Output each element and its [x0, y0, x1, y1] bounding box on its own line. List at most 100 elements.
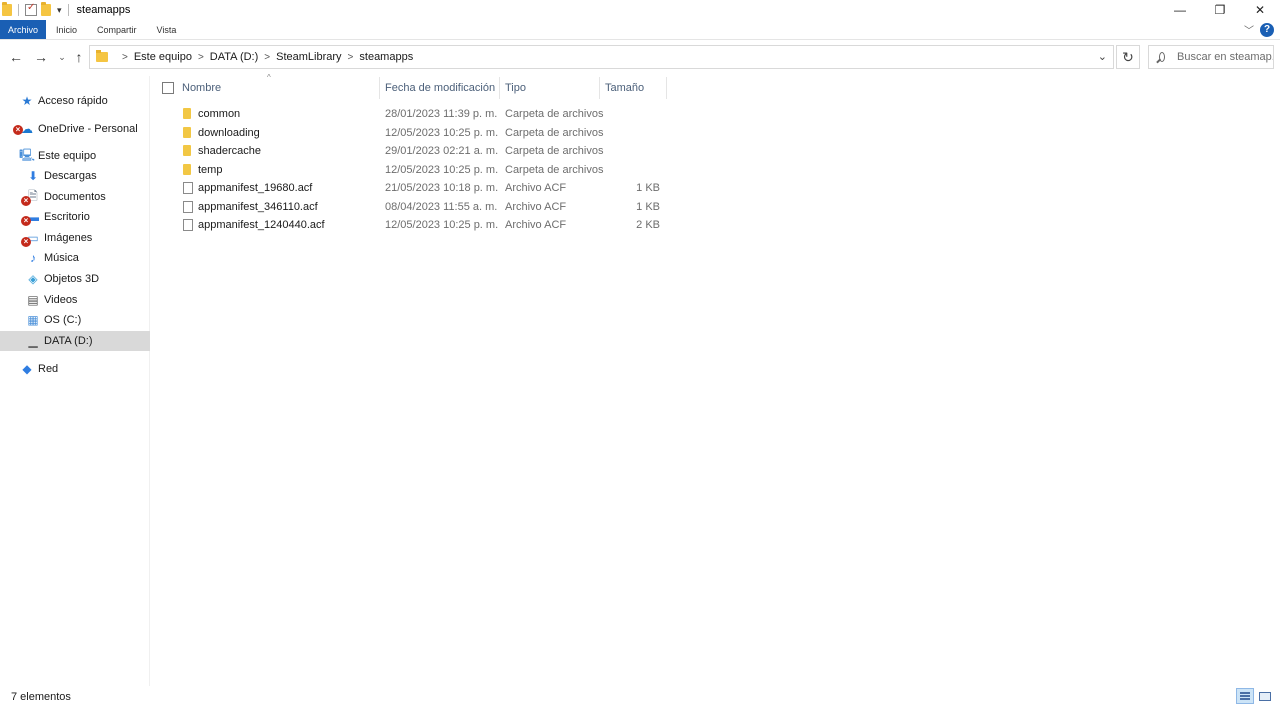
divider — [18, 4, 19, 16]
file-type: Carpeta de archivos — [505, 108, 604, 120]
breadcrumb-este-equipo[interactable]: Este equipo — [134, 51, 192, 63]
file-icon — [183, 219, 193, 231]
file-row[interactable]: common 28/01/2023 11:39 p. m. Carpeta de… — [152, 105, 672, 123]
window-title: steamapps — [76, 4, 131, 16]
file-date: 12/05/2023 10:25 p. m. — [385, 219, 499, 231]
column-header-type[interactable]: Tipo — [505, 77, 597, 99]
address-bar[interactable]: > Este equipo > DATA (D:) > SteamLibrary… — [89, 45, 1114, 69]
sidebar-item-acceso-rapido[interactable]: ★ Acceso rápido — [0, 91, 150, 111]
sidebar-item-label: OS (C:) — [44, 314, 82, 326]
music-icon: ♪ — [30, 251, 36, 265]
breadcrumb-chevron-icon[interactable]: > — [122, 52, 128, 63]
file-name: appmanifest_19680.acf — [198, 182, 313, 194]
divider — [67, 4, 69, 16]
file-date: 29/01/2023 02:21 a. m. — [385, 145, 499, 157]
sidebar-item-escritorio[interactable]: ▬ × Escritorio — [0, 207, 150, 227]
column-header-date[interactable]: Fecha de modificación — [385, 77, 497, 99]
breadcrumb-steamapps[interactable]: steamapps — [359, 51, 413, 63]
column-header-size[interactable]: Tamaño — [605, 77, 665, 99]
navigation-bar: ← → ⌄ ↑ > Este equipo > DATA (D:) > Stea… — [0, 43, 1280, 71]
back-button[interactable]: ← — [4, 45, 28, 69]
customize-toolbar-dropdown-icon[interactable]: ▾ — [57, 5, 62, 16]
file-type: Archivo ACF — [505, 201, 567, 213]
sidebar-item-imagenes[interactable]: ▭ × Imágenes — [0, 228, 150, 248]
column-divider[interactable] — [499, 77, 500, 99]
sidebar-item-label: Imágenes — [44, 232, 93, 244]
file-row[interactable]: temp 12/05/2023 10:25 p. m. Carpeta de a… — [152, 161, 672, 179]
details-view-icon — [1240, 692, 1250, 700]
help-icon[interactable]: ? — [1260, 22, 1274, 37]
file-type: Carpeta de archivos — [505, 127, 604, 139]
sidebar-item-documentos[interactable]: 🗎 × Documentos — [0, 187, 150, 207]
sidebar-item-videos[interactable]: ▤ Videos — [0, 290, 150, 310]
column-header-name[interactable]: Nombre — [182, 77, 378, 99]
sidebar-item-este-equipo[interactable]: 🖳 Este equipo — [0, 146, 150, 166]
item-count: 7 elementos — [11, 691, 71, 703]
breadcrumb-data-d[interactable]: DATA (D:) — [210, 51, 258, 63]
tab-compartir[interactable]: Compartir — [87, 20, 147, 39]
sidebar-item-os-c[interactable]: ▦ OS (C:) — [0, 310, 150, 330]
file-type: Archivo ACF — [505, 219, 567, 231]
up-button[interactable]: ↑ — [67, 45, 91, 69]
large-icons-view-button[interactable] — [1256, 688, 1274, 704]
file-date: 28/01/2023 11:39 p. m. — [385, 108, 498, 120]
column-divider[interactable] — [599, 77, 600, 99]
breadcrumb-chevron-icon[interactable]: > — [198, 52, 204, 63]
new-folder-icon[interactable] — [41, 2, 51, 16]
tab-inicio[interactable]: Inicio — [46, 20, 87, 39]
tab-archivo[interactable]: Archivo — [0, 20, 46, 39]
refresh-button[interactable]: ↻ — [1116, 45, 1140, 69]
file-row[interactable]: downloading 12/05/2023 10:25 p. m. Carpe… — [152, 124, 672, 142]
sidebar-item-label: Descargas — [44, 170, 97, 182]
breadcrumb-steamlibrary[interactable]: SteamLibrary — [276, 51, 341, 63]
search-box[interactable] — [1148, 45, 1274, 69]
document-icon: 🗎 × — [21, 189, 40, 206]
maximize-button[interactable]: ❐ — [1200, 0, 1240, 20]
folder-icon — [183, 164, 191, 175]
properties-icon[interactable] — [25, 2, 37, 16]
ribbon-right-controls: ﹀ ? — [1244, 22, 1274, 37]
file-row[interactable]: shadercache 29/01/2023 02:21 a. m. Carpe… — [152, 142, 672, 160]
search-input[interactable] — [1177, 51, 1273, 63]
sidebar-item-onedrive[interactable]: ☁ × OneDrive - Personal — [0, 119, 150, 139]
sidebar-item-objetos-3d[interactable]: ◈ Objetos 3D — [0, 269, 150, 289]
sidebar-item-data-d[interactable]: ▁ DATA (D:) — [0, 331, 150, 351]
details-view-button[interactable] — [1236, 688, 1254, 704]
file-icon — [183, 182, 193, 194]
tab-vista[interactable]: Vista — [147, 20, 187, 39]
forward-button[interactable]: → — [29, 45, 53, 69]
status-bar: 7 elementos — [0, 686, 1280, 708]
quick-access-toolbar: ▾ — [0, 0, 71, 20]
file-name: common — [198, 108, 241, 120]
download-icon: ⬇ — [27, 169, 39, 183]
sidebar-item-label: Red — [38, 363, 59, 375]
address-dropdown-icon[interactable]: ⌄ — [1098, 50, 1107, 63]
file-type: Archivo ACF — [505, 182, 567, 194]
select-all-checkbox[interactable] — [162, 82, 174, 94]
breadcrumb-chevron-icon[interactable]: > — [264, 52, 270, 63]
sidebar-item-label: Acceso rápido — [38, 95, 108, 107]
folder-icon — [183, 108, 191, 119]
sidebar-item-descargas[interactable]: ⬇ Descargas — [0, 166, 150, 186]
column-divider[interactable] — [666, 77, 667, 99]
file-name: shadercache — [198, 145, 261, 157]
folder-icon — [183, 127, 191, 138]
breadcrumb-chevron-icon[interactable]: > — [348, 52, 354, 63]
network-icon: ◆ — [22, 362, 32, 376]
sidebar-item-red[interactable]: ◆ Red — [0, 359, 150, 379]
expand-ribbon-icon[interactable]: ﹀ — [1244, 22, 1254, 37]
file-row[interactable]: appmanifest_346110.acf 08/04/2023 11:55 … — [152, 198, 672, 216]
film-icon: ▤ — [27, 293, 39, 307]
cube-icon: ◈ — [28, 272, 38, 286]
view-switcher — [1236, 688, 1274, 704]
file-row[interactable]: appmanifest_19680.acf 21/05/2023 10:18 p… — [152, 179, 672, 197]
file-type: Carpeta de archivos — [505, 145, 604, 157]
file-row[interactable]: appmanifest_1240440.acf 12/05/2023 10:25… — [152, 216, 672, 234]
close-button[interactable]: ✕ — [1240, 0, 1280, 20]
column-divider[interactable] — [379, 77, 380, 99]
sidebar-item-label: Escritorio — [44, 211, 90, 223]
sidebar-item-musica[interactable]: ♪ Música — [0, 248, 150, 268]
os-drive-icon: ▦ — [27, 313, 39, 327]
minimize-button[interactable]: — — [1160, 0, 1200, 20]
file-size: 1 KB — [636, 182, 660, 194]
